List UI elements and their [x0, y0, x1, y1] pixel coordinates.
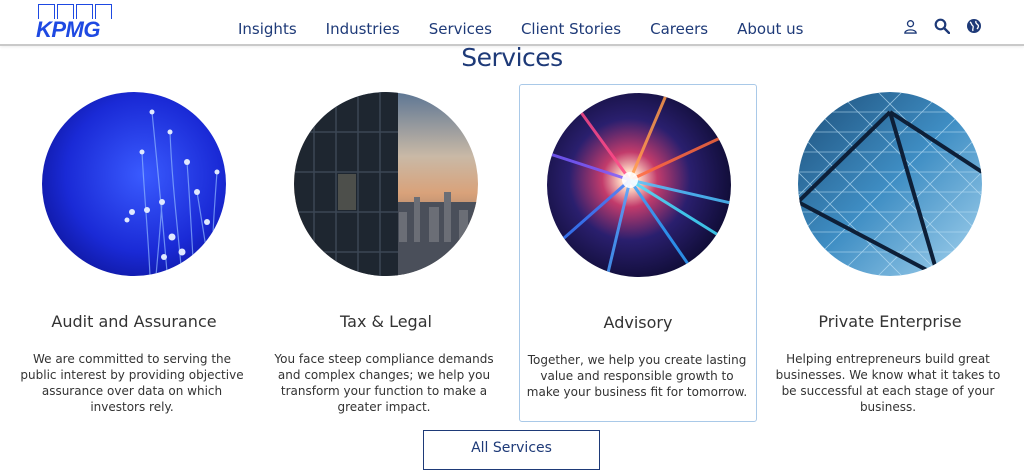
- card-description: Together, we help you create lasting val…: [526, 353, 748, 399]
- site-header: KPMG Insights Industries Services Client…: [0, 0, 1024, 46]
- nav-item-client-stories[interactable]: Client Stories: [521, 20, 621, 38]
- service-card-advisory[interactable]: Advisory Together, we help you create la…: [519, 84, 757, 422]
- private-enterprise-image: [798, 92, 982, 276]
- card-title: Advisory: [603, 313, 673, 332]
- header-icons: [901, 17, 983, 35]
- card-title: Audit and Assurance: [51, 312, 217, 331]
- card-title: Tax & Legal: [340, 312, 432, 331]
- search-icon[interactable]: [933, 17, 951, 35]
- card-description: You face steep compliance demands and co…: [274, 352, 494, 414]
- section-title: Services: [461, 43, 563, 72]
- service-card-tax-legal[interactable]: Tax & Legal You face steep compliance de…: [267, 84, 505, 422]
- card-title: Private Enterprise: [818, 312, 962, 331]
- kpmg-logo[interactable]: KPMG: [36, 4, 114, 42]
- tax-legal-image: [294, 92, 478, 276]
- main-nav: Insights Industries Services Client Stor…: [238, 20, 833, 38]
- advisory-image: [547, 93, 731, 277]
- service-card-private-enterprise[interactable]: Private Enterprise Helping entrepreneurs…: [771, 84, 1009, 422]
- nav-item-about-us[interactable]: About us: [737, 20, 803, 38]
- nav-item-industries[interactable]: Industries: [326, 20, 400, 38]
- audit-image: [42, 92, 226, 276]
- globe-icon[interactable]: [965, 17, 983, 35]
- nav-item-insights[interactable]: Insights: [238, 20, 297, 38]
- nav-item-services[interactable]: Services: [429, 20, 492, 38]
- nav-item-careers[interactable]: Careers: [650, 20, 708, 38]
- user-icon[interactable]: [901, 17, 919, 35]
- logo-text: KPMG: [36, 17, 101, 42]
- card-description: We are committed to serving the public i…: [20, 352, 244, 414]
- card-description: Helping entrepreneurs build great busine…: [775, 352, 1001, 414]
- all-services-button[interactable]: All Services: [423, 430, 600, 470]
- service-card-audit[interactable]: Audit and Assurance We are committed to …: [15, 84, 253, 422]
